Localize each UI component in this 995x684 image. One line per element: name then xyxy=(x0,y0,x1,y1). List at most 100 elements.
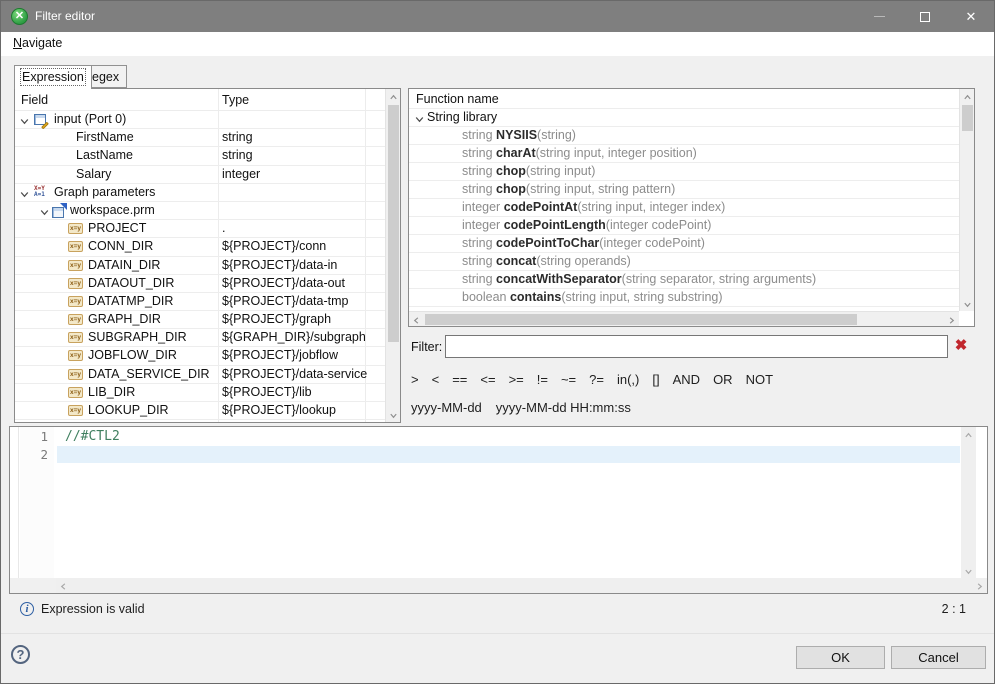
code-line-current[interactable] xyxy=(57,446,960,464)
field-tree-row[interactable]: Salaryinteger xyxy=(15,166,385,184)
operator-button[interactable]: [] xyxy=(652,372,659,387)
scroll-thumb[interactable] xyxy=(962,105,973,131)
field-tree-row[interactable]: x=yMETA_DIR${PROJECT}/meta xyxy=(15,420,385,422)
field-label: SUBGRAPH_DIR xyxy=(88,329,187,346)
operator-button[interactable]: ~= xyxy=(561,372,576,387)
function-row[interactable]: string chop(string input, string pattern… xyxy=(409,181,959,199)
scroll-down-icon[interactable] xyxy=(960,296,975,311)
operator-button[interactable]: >= xyxy=(509,372,524,387)
function-row[interactable]: integer codePointLength(integer codePoin… xyxy=(409,217,959,235)
field-tree-row[interactable]: workspace.prm xyxy=(15,202,385,220)
operator-button[interactable]: <= xyxy=(480,372,495,387)
chevron-down-icon[interactable] xyxy=(39,205,50,216)
field-tree-row[interactable]: FirstNamestring xyxy=(15,129,385,147)
field-tree-row[interactable]: x=yDATA_SERVICE_DIR${PROJECT}/data-servi… xyxy=(15,366,385,384)
operator-button[interactable]: NOT xyxy=(746,372,773,387)
field-type: ${PROJECT}/data-out xyxy=(222,275,345,292)
scroll-thumb[interactable] xyxy=(425,314,857,325)
scroll-up-icon[interactable] xyxy=(386,89,401,104)
scroll-up-icon[interactable] xyxy=(961,427,976,442)
tab-expression[interactable]: Expression xyxy=(14,65,92,89)
field-label: LIB_DIR xyxy=(88,384,135,401)
scroll-down-icon[interactable] xyxy=(386,407,401,422)
field-label: workspace.prm xyxy=(70,202,155,219)
functions-horizontal-scrollbar[interactable] xyxy=(409,311,959,326)
code-line[interactable]: //#CTL2 xyxy=(57,428,960,446)
operator-button[interactable]: in(,) xyxy=(617,372,639,387)
operator-button[interactable]: OR xyxy=(713,372,733,387)
chevron-down-icon[interactable] xyxy=(19,187,30,198)
date-format-button[interactable]: yyyy-MM-dd xyxy=(411,400,482,415)
column-header-field[interactable]: Field xyxy=(21,89,48,111)
close-button[interactable]: ✕ xyxy=(948,1,994,32)
scroll-left-icon[interactable] xyxy=(56,578,71,593)
editor-vertical-scrollbar[interactable] xyxy=(961,427,976,578)
maximize-button[interactable] xyxy=(902,1,948,32)
field-tree-row[interactable]: LastNamestring xyxy=(15,147,385,165)
function-row[interactable]: string codePointToChar(integer codePoint… xyxy=(409,235,959,253)
scroll-down-icon[interactable] xyxy=(961,563,976,578)
scroll-right-icon[interactable] xyxy=(944,312,959,327)
function-name: codePointAt xyxy=(504,200,578,214)
help-icon[interactable]: ? xyxy=(11,645,30,664)
field-label: DATAIN_DIR xyxy=(88,257,160,274)
function-row[interactable]: string charAt(string input, integer posi… xyxy=(409,145,959,163)
menu-navigate[interactable]: Navigate xyxy=(8,32,67,56)
field-tree-row[interactable]: X=YA=1Graph parameters xyxy=(15,184,385,202)
filter-input[interactable] xyxy=(445,335,948,358)
field-type: ${PROJECT}/meta xyxy=(222,420,327,422)
scroll-right-icon[interactable] xyxy=(972,578,987,593)
column-header-type[interactable]: Type xyxy=(222,89,249,111)
field-tree-row[interactable]: x=yDATAIN_DIR${PROJECT}/data-in xyxy=(15,257,385,275)
field-type: . xyxy=(222,220,225,237)
field-tree-row[interactable]: x=yLIB_DIR${PROJECT}/lib xyxy=(15,384,385,402)
operator-button[interactable]: != xyxy=(537,372,548,387)
scroll-left-icon[interactable] xyxy=(409,312,424,327)
operator-button[interactable]: < xyxy=(432,372,440,387)
parameter-icon: x=y xyxy=(68,332,83,343)
chevron-down-icon[interactable] xyxy=(414,113,425,124)
title-bar[interactable]: Filter editor ✕ xyxy=(1,1,994,32)
function-row[interactable]: string concatWithSeparator(string separa… xyxy=(409,271,959,289)
function-name: concatWithSeparator xyxy=(496,272,622,286)
cancel-button[interactable]: Cancel xyxy=(891,646,986,669)
operator-button[interactable]: ?= xyxy=(589,372,604,387)
operator-button[interactable]: AND xyxy=(673,372,700,387)
field-tree-row[interactable]: x=yLOOKUP_DIR${PROJECT}/lookup xyxy=(15,402,385,420)
fields-vertical-scrollbar[interactable] xyxy=(385,89,400,422)
window-title: Filter editor xyxy=(35,1,95,32)
filter-label: Filter: xyxy=(411,340,442,354)
operator-button[interactable]: > xyxy=(411,372,419,387)
ok-button[interactable]: OK xyxy=(796,646,885,669)
editor-horizontal-scrollbar[interactable] xyxy=(56,578,987,593)
function-row[interactable]: string concat(string operands) xyxy=(409,253,959,271)
field-label: Graph parameters xyxy=(54,184,155,201)
date-format-button[interactable]: yyyy-MM-dd HH:mm:ss xyxy=(496,400,631,415)
functions-vertical-scrollbar[interactable] xyxy=(959,89,974,311)
field-type: ${PROJECT}/jobflow xyxy=(222,347,338,364)
function-group-row[interactable]: String library xyxy=(409,109,959,127)
minimize-button[interactable] xyxy=(856,1,902,32)
operator-button[interactable]: == xyxy=(452,372,467,387)
fields-tree-panel: Field Type input (Port 0)FirstNamestring… xyxy=(14,88,401,423)
field-tree-row[interactable]: x=yCONN_DIR${PROJECT}/conn xyxy=(15,238,385,256)
chevron-down-icon[interactable] xyxy=(19,114,30,125)
column-header-function-name[interactable]: Function name xyxy=(416,89,499,109)
field-tree-row[interactable]: x=yGRAPH_DIR${PROJECT}/graph xyxy=(15,311,385,329)
function-row[interactable]: boolean contains(string input, string su… xyxy=(409,289,959,307)
function-row[interactable]: string chop(string input) xyxy=(409,163,959,181)
scroll-up-icon[interactable] xyxy=(960,89,975,104)
field-tree-row[interactable]: x=yDATAOUT_DIR${PROJECT}/data-out xyxy=(15,275,385,293)
clear-filter-icon[interactable]: ✖ xyxy=(952,337,970,355)
code-area[interactable]: //#CTL2 xyxy=(57,427,960,578)
parameter-icon: x=y xyxy=(68,350,83,361)
function-row[interactable]: integer codePointAt(string input, intege… xyxy=(409,199,959,217)
function-row[interactable]: string NYSIIS(string) xyxy=(409,127,959,145)
field-tree-row[interactable]: input (Port 0) xyxy=(15,111,385,129)
field-tree-row[interactable]: x=yDATATMP_DIR${PROJECT}/data-tmp xyxy=(15,293,385,311)
field-tree-row[interactable]: x=ySUBGRAPH_DIR${GRAPH_DIR}/subgraph xyxy=(15,329,385,347)
field-tree-row[interactable]: x=yPROJECT. xyxy=(15,220,385,238)
function-args: (integer codePoint) xyxy=(606,218,712,232)
scroll-thumb[interactable] xyxy=(388,105,399,342)
field-tree-row[interactable]: x=yJOBFLOW_DIR${PROJECT}/jobflow xyxy=(15,347,385,365)
